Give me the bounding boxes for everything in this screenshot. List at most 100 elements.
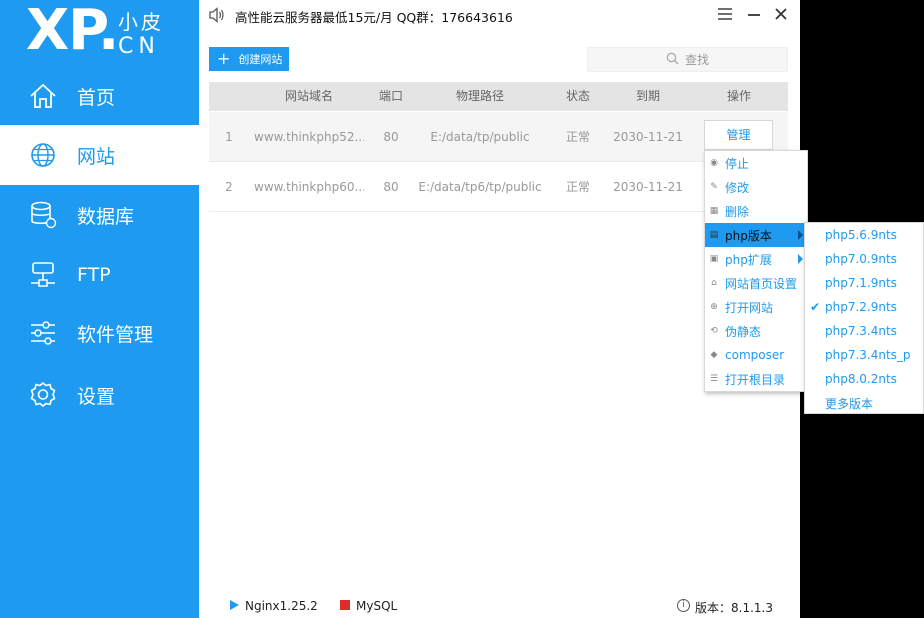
sidebar-item-website[interactable]: 网站	[0, 125, 199, 185]
menu-item-label: php版本	[725, 228, 772, 243]
row-expire: 2030-11-21	[613, 180, 683, 194]
logo: XP. 小皮 CN	[24, 0, 194, 70]
sidebar-item-label: 软件管理	[77, 323, 154, 346]
globe-small-icon: ⊕	[710, 302, 718, 312]
php-version-item[interactable]: php8.0.2nts	[805, 367, 923, 391]
rewrite-icon: ⟲	[710, 326, 718, 336]
minimize-button[interactable]	[744, 5, 764, 25]
sidebar-item-software[interactable]: 软件管理	[0, 303, 199, 363]
create-website-label: 创建网站	[238, 53, 283, 66]
search-placeholder: 查找	[684, 53, 709, 67]
submenu-arrow-icon	[798, 254, 803, 264]
extension-icon: ▣	[709, 254, 719, 264]
php-version-item[interactable]: php5.6.9nts	[805, 223, 923, 247]
menu-item-label: 删除	[725, 204, 750, 219]
column-header-path: 物理路径	[455, 89, 504, 103]
notice-text[interactable]: 高性能云服务器最低15元/月 QQ群：176643616	[235, 7, 513, 26]
table-row[interactable]: 1 www.thinkphp52... 80 E:/data/tp/public…	[209, 112, 788, 162]
php-version-label: php7.0.9nts	[825, 252, 897, 266]
php-version-label: php7.3.4nts_p	[825, 348, 911, 362]
menu-item-open-website[interactable]: ⊕ 打开网站	[705, 295, 807, 319]
speaker-icon	[208, 6, 226, 24]
play-icon[interactable]	[230, 600, 239, 610]
php-version-submenu: php5.6.9nts php7.0.9nts php7.1.9nts ✔ ph…	[804, 222, 924, 414]
menu-item-label: 伪静态	[725, 324, 762, 339]
menu-item-label: 打开根目录	[725, 372, 786, 387]
nginx-status[interactable]: Nginx1.25.2	[245, 599, 318, 613]
status-bar: Nginx1.25.2 MySQL i 版本：8.1.1.3	[199, 592, 800, 618]
trash-icon: ▦	[709, 206, 719, 216]
menu-item-rewrite[interactable]: ⟲ 伪静态	[705, 319, 807, 343]
website-table: 网站域名 端口 物理路径 状态 到期 操作 1 www.thinkphp52..…	[209, 82, 788, 578]
column-header-domain: 网站域名	[284, 89, 333, 103]
submenu-arrow-icon	[798, 230, 803, 240]
globe-icon	[27, 139, 59, 171]
menu-item-stop[interactable]: ◉ 停止	[705, 151, 807, 175]
sidebar-item-label: 设置	[77, 385, 116, 408]
version-label: 版本：8.1.1.3	[695, 601, 773, 615]
php-version-label: php7.2.9nts	[825, 300, 897, 314]
hamburger-icon	[717, 6, 733, 25]
sidebar-item-database[interactable]: 数据库	[0, 185, 199, 245]
php-version-item[interactable]: php7.3.4nts_p	[805, 343, 923, 367]
mysql-status[interactable]: MySQL	[356, 599, 397, 613]
menu-item-homepage-settings[interactable]: ⌂ 网站首页设置	[705, 271, 807, 295]
column-header-action: 操作	[726, 89, 751, 103]
database-icon	[27, 199, 59, 231]
menu-item-open-root[interactable]: ☰ 打开根目录	[705, 367, 807, 391]
gear-icon	[27, 379, 59, 411]
menu-item-delete[interactable]: ▦ 删除	[705, 199, 807, 223]
menu-item-php-version[interactable]: ▤ php版本	[705, 223, 807, 247]
menu-button[interactable]	[715, 5, 735, 25]
php-version-label: php5.6.9nts	[825, 228, 897, 242]
stop-square-icon[interactable]	[340, 600, 350, 610]
create-website-button[interactable]: + 创建网站	[209, 47, 289, 71]
top-bar: 高性能云服务器最低15元/月 QQ群：176643616	[199, 0, 800, 30]
php-version-label: php7.1.9nts	[825, 276, 897, 290]
php-version-item-selected[interactable]: ✔ php7.2.9nts	[805, 295, 923, 319]
sidebar: XP. 小皮 CN 首页 网站 数据库 FTP 软件管理 设置	[0, 0, 199, 618]
composer-icon: ◆	[710, 350, 718, 360]
row-port: 80	[383, 180, 399, 194]
close-icon	[774, 6, 788, 25]
sidebar-item-label: FTP	[77, 264, 111, 286]
column-header-expire: 到期	[635, 89, 660, 103]
php-version-item[interactable]: php7.0.9nts	[805, 247, 923, 271]
table-header: 网站域名 端口 物理路径 状态 到期 操作	[209, 82, 788, 111]
menu-item-label: 停止	[725, 156, 750, 171]
sliders-icon	[27, 317, 59, 349]
file-icon: ▤	[709, 230, 719, 240]
plus-icon: +	[217, 49, 231, 68]
sidebar-item-settings[interactable]: 设置	[0, 365, 199, 425]
close-button[interactable]	[771, 5, 791, 25]
sidebar-item-label: 数据库	[77, 205, 135, 228]
search-input[interactable]: 查找	[587, 47, 788, 72]
row-path: E:/data/tp/public	[430, 130, 530, 144]
app-window: XP. 小皮 CN 首页 网站 数据库 FTP 软件管理 设置 高性能云服务器最…	[0, 0, 800, 618]
menu-item-label: 打开网站	[725, 300, 774, 315]
sidebar-item-home[interactable]: 首页	[0, 66, 199, 126]
menu-item-label: composer	[725, 348, 785, 362]
menu-item-edit[interactable]: ✎ 修改	[705, 175, 807, 199]
php-version-item[interactable]: php7.1.9nts	[805, 271, 923, 295]
php-version-label: php7.3.4nts	[825, 324, 897, 338]
manage-button[interactable]: 管理	[704, 120, 773, 150]
stop-icon: ◉	[710, 158, 718, 168]
menu-item-php-extension[interactable]: ▣ php扩展	[705, 247, 807, 271]
check-icon: ✔	[809, 300, 821, 314]
table-row[interactable]: 2 www.thinkphp60... 80 E:/data/tp6/tp/pu…	[209, 162, 788, 212]
row-status: 正常	[565, 130, 590, 144]
row-index: 2	[225, 180, 233, 194]
php-version-more[interactable]: 更多版本	[805, 391, 923, 415]
minimize-icon	[747, 6, 761, 25]
php-version-item[interactable]: php7.3.4nts	[805, 319, 923, 343]
sidebar-item-label: 首页	[77, 86, 116, 109]
menu-item-composer[interactable]: ◆ composer	[705, 343, 807, 367]
row-status: 正常	[565, 180, 590, 194]
column-header-port: 端口	[378, 89, 403, 103]
sidebar-item-ftp[interactable]: FTP	[0, 245, 199, 305]
menu-item-label: php扩展	[725, 252, 772, 267]
search-icon	[666, 52, 685, 68]
menu-item-label: 网站首页设置	[725, 276, 798, 291]
column-header-status: 状态	[565, 89, 590, 103]
